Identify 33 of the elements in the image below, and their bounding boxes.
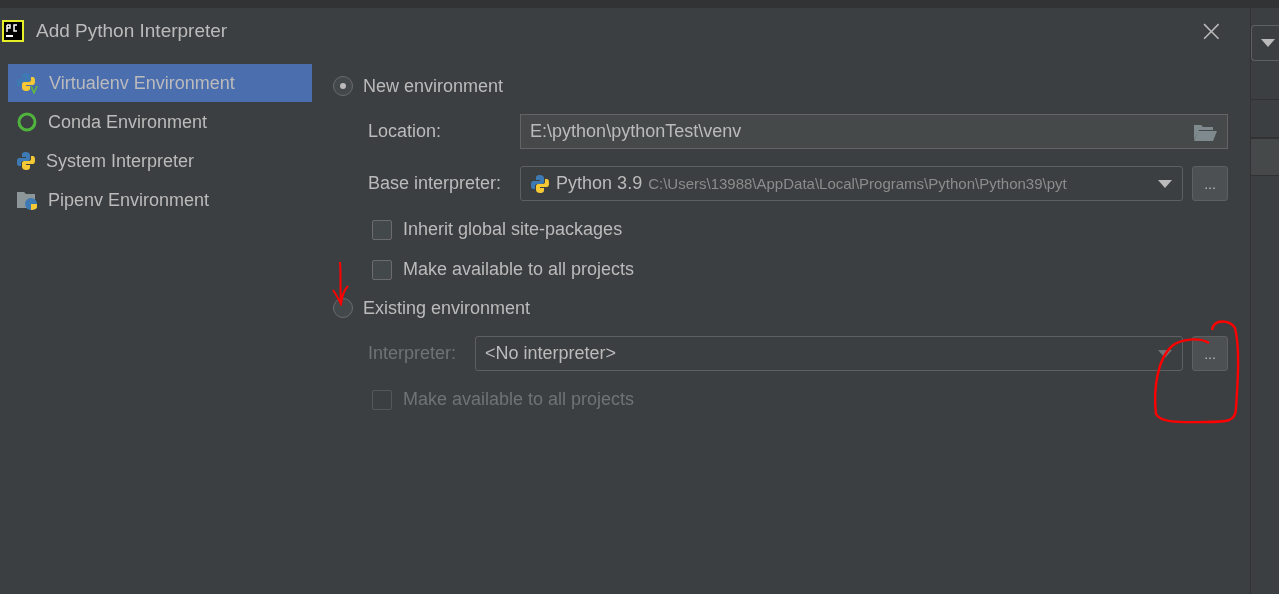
sidebar-item[interactable]: Conda Environment [8, 103, 312, 141]
dropdown-arrow-icon [1158, 179, 1172, 188]
checkbox[interactable] [372, 259, 392, 280]
field-label: Base interpreter: [368, 173, 502, 194]
sidebar-item[interactable]: System Interpreter [8, 142, 312, 180]
radio-option[interactable]: Existing environment [333, 286, 1250, 330]
checkbox[interactable] [372, 389, 392, 410]
sidebar-item[interactable]: Pipenv Environment [8, 181, 312, 219]
ring-icon [16, 111, 38, 133]
dropdown-arrow-icon [1261, 39, 1275, 47]
checkbox[interactable] [372, 219, 392, 240]
window-title: Add Python Interpreter [36, 20, 229, 42]
browse-button[interactable]: ... [1192, 336, 1228, 371]
radio-icon[interactable] [333, 298, 353, 318]
dropdown-arrow-icon [1158, 349, 1172, 358]
close-button[interactable]: × [1194, 16, 1228, 46]
checkbox-option[interactable]: Make available to all projects [372, 259, 1250, 280]
python-icon [530, 173, 551, 194]
browse-button[interactable]: ... [1192, 166, 1228, 201]
dropdown-field[interactable] [1251, 25, 1279, 61]
arrow-annotation-drawing [331, 260, 351, 306]
interpreter-dropdown[interactable]: <No interpreter> [475, 336, 1183, 371]
python-icon [16, 151, 36, 171]
app-logo-icon [2, 20, 24, 42]
python-venv-icon [16, 72, 39, 94]
radio-icon[interactable] [333, 76, 353, 96]
folder-python-icon [16, 189, 38, 211]
folder-icon [1193, 122, 1217, 141]
location-field[interactable]: E:\python\pythonTest\venv [520, 114, 1228, 149]
interpreter-dropdown[interactable]: Python 3.9 C:\Users\13988\AppData\Local\Programs\Python\Python39\pyt [520, 166, 1183, 201]
field-label: Location: [368, 121, 443, 142]
checkbox-option[interactable]: Inherit global site-packages [372, 219, 1250, 240]
radio-option[interactable]: New environment [333, 64, 1250, 108]
